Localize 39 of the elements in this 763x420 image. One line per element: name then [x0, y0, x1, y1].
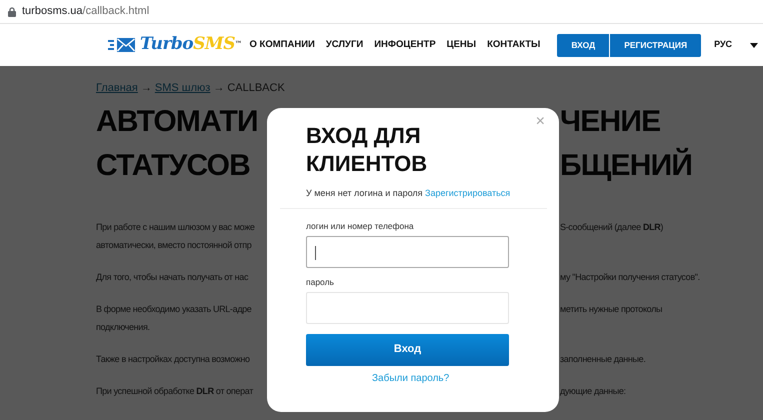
- nav-link[interactable]: КОНТАКТЫ: [487, 38, 540, 52]
- paragraph-text: S-сообщений (далее DLR): [560, 220, 664, 234]
- lock-icon: [8, 6, 16, 16]
- nav-link[interactable]: ИНФОЦЕНТР: [374, 38, 436, 52]
- breadcrumb-current: CALLBACK: [227, 81, 285, 96]
- submit-button[interactable]: Вход: [306, 334, 509, 366]
- caret-icon[interactable]: [750, 42, 758, 48]
- paragraph-text: дующие данные:: [560, 384, 626, 398]
- nav-link[interactable]: О КОМПАНИИ: [250, 38, 315, 52]
- register-button[interactable]: РЕГИСТРАЦИЯ: [610, 34, 702, 56]
- field-label: пароль: [306, 276, 335, 288]
- paragraph-text: подключения.: [96, 320, 151, 334]
- language-selector[interactable]: РУС: [714, 38, 732, 52]
- nav-link[interactable]: ЦЕНЫ: [446, 38, 476, 52]
- paragraph-text: автоматически, вместо постоянной отпр: [96, 238, 252, 252]
- breadcrumb-separator: →: [140, 81, 152, 96]
- page-heading: АВТОМАТИ: [96, 104, 259, 140]
- logo-text[interactable]: TurboSMS$^{™}$: [140, 32, 242, 58]
- paragraph-text: При работе с нашим шлюзом у вас може: [96, 220, 256, 234]
- paragraph-text: При успешной обработке DLR от операт: [96, 384, 254, 398]
- dialog-title: ВХОД ДЛЯ КЛИЕНТОВ: [306, 122, 428, 178]
- page-heading: СТАТУСОВ: [96, 148, 252, 184]
- field-label: логин или номер телефона: [306, 220, 415, 232]
- page-heading: ЧЕНИЕ: [560, 104, 662, 140]
- paragraph-text: Также в настройках доступна возможно: [96, 352, 251, 366]
- login-button[interactable]: ВХОД: [557, 34, 610, 56]
- paragraph-text: заполненные данные.: [560, 352, 646, 366]
- password-field[interactable]: [306, 292, 509, 324]
- paragraph-text: метить нужные протоколы: [560, 302, 662, 316]
- no-account-text: У меня нет логина и пароля: [306, 188, 424, 198]
- envelope-icon: [108, 38, 136, 52]
- login-field[interactable]: [306, 236, 509, 268]
- breadcrumb-separator: →: [213, 81, 224, 96]
- paragraph-text: Для того, чтобы начать получать от нас: [96, 270, 250, 284]
- paragraph-text: му "Настройки получения статусов".: [560, 270, 700, 284]
- nav-link[interactable]: УСЛУГИ: [326, 38, 364, 52]
- page-heading: БЩЕНИЙ: [560, 146, 694, 184]
- address-bar-url[interactable]: turbosms.ua/callback.html: [22, 3, 150, 20]
- paragraph-text: В форме необходимо указать URL-адре: [96, 302, 252, 316]
